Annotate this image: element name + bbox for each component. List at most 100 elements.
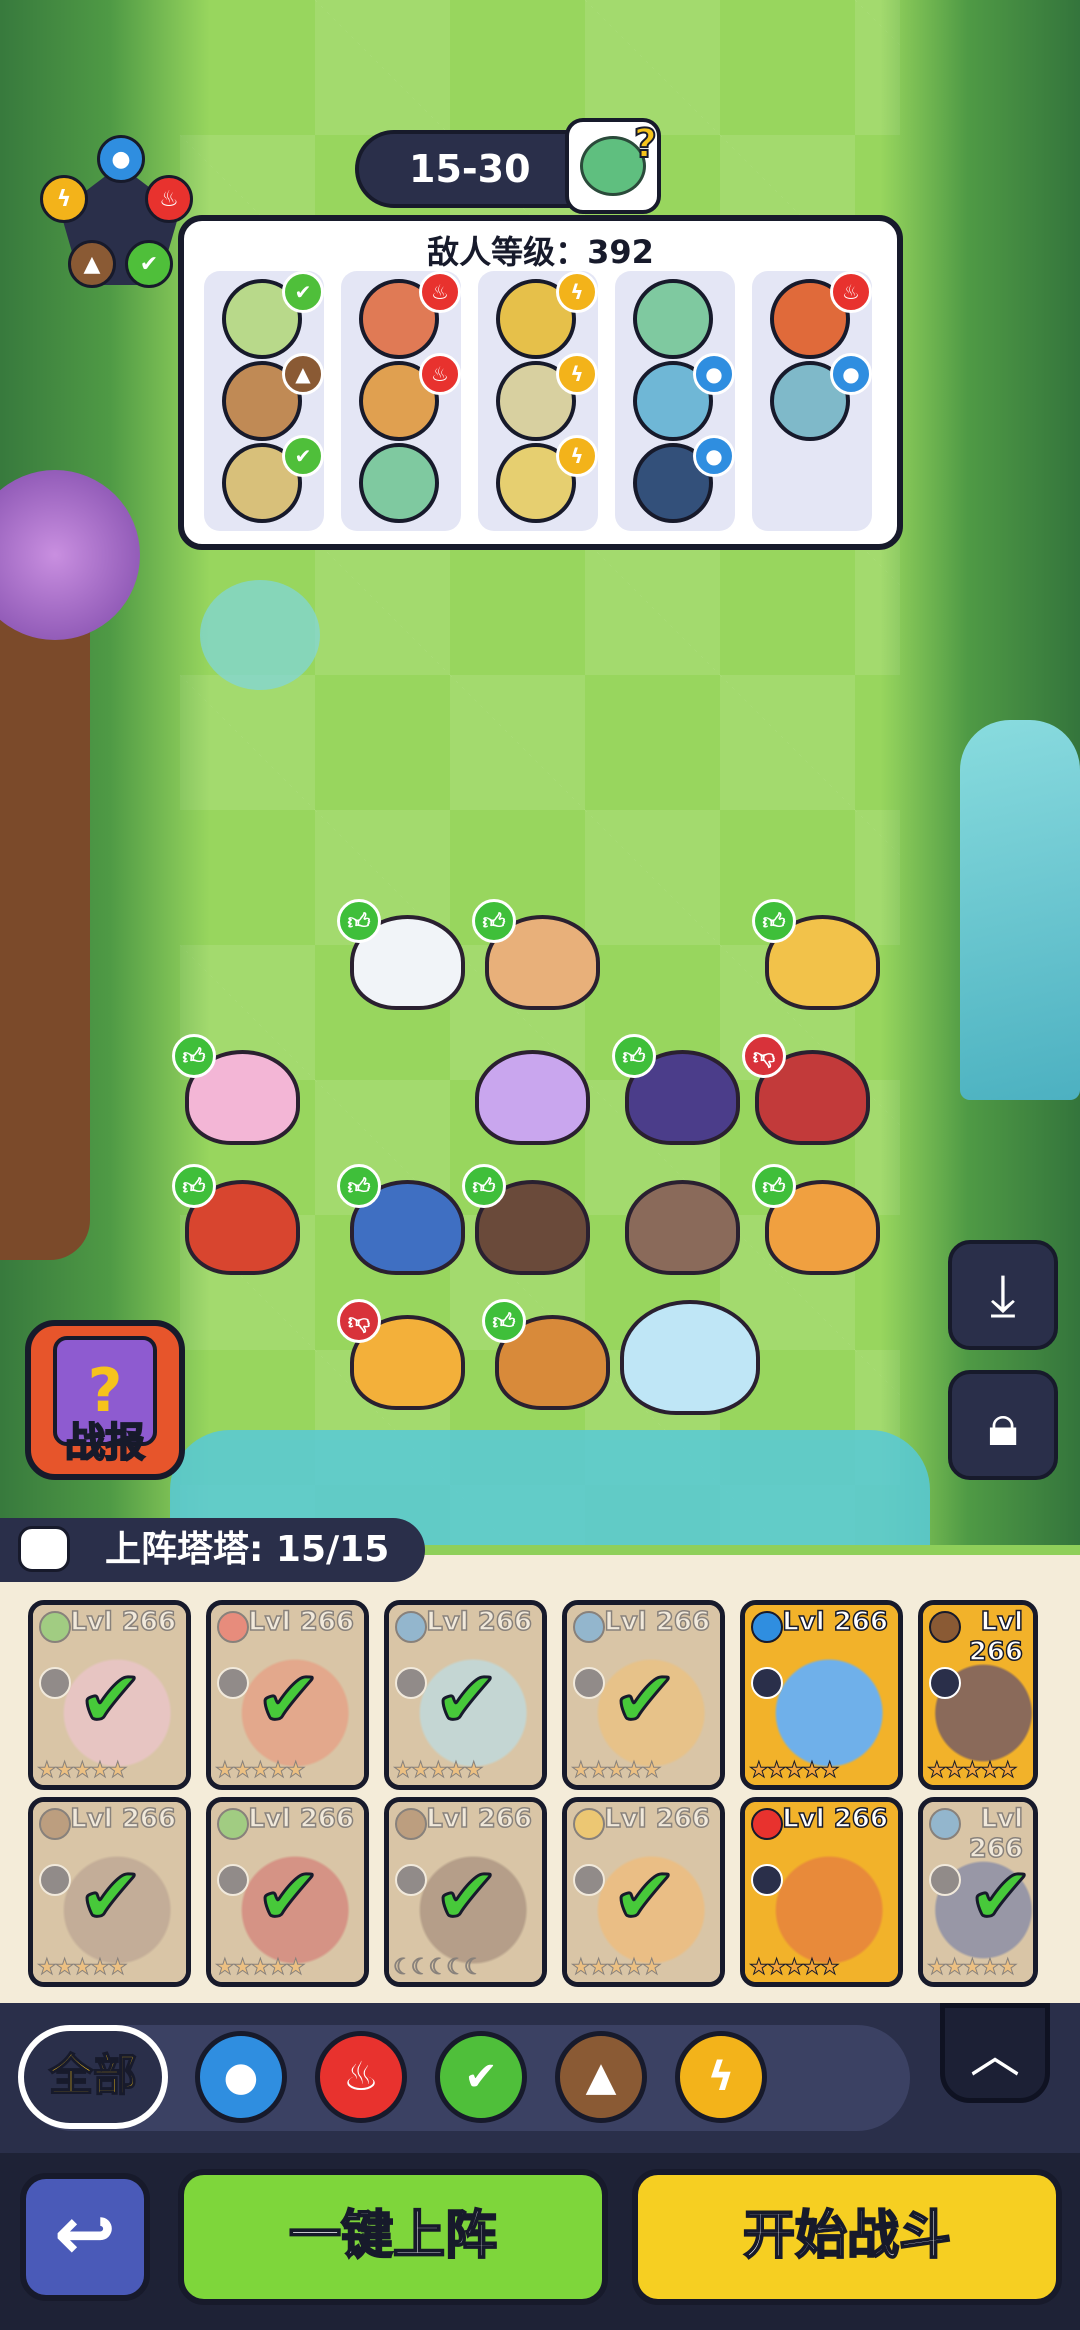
enemy-column: ♨ ● bbox=[752, 271, 872, 531]
enemy-panel: 敌人等级：392 ✔ ▲ ✔ ♨ ♨ ϟ ϟ ϟ ● ● ♨ ● bbox=[178, 215, 903, 550]
filter-all-button[interactable]: 全部 bbox=[18, 2025, 168, 2129]
checkmark-icon: ✔ bbox=[254, 1851, 322, 1944]
flame-icon: ♨ bbox=[830, 271, 872, 313]
tower-card[interactable]: Lvl 266★★★★★✔ bbox=[28, 1797, 191, 1987]
tower-yak[interactable]: 👍︎ bbox=[752, 1164, 880, 1280]
water-drop-icon: ● bbox=[830, 353, 872, 395]
slime-bubble bbox=[200, 580, 320, 690]
tower-card[interactable]: Lvl 266★★★★★✔ bbox=[28, 1600, 191, 1790]
checkmark-icon: ✔ bbox=[254, 1654, 322, 1747]
thumbs-up-icon: 👍︎ bbox=[172, 1164, 216, 1208]
thumbs-up-icon: 👍︎ bbox=[752, 899, 796, 943]
tower-card[interactable]: Lvl 266 ★★★★★ bbox=[918, 1600, 1038, 1790]
checkmark-icon: ✔ bbox=[966, 1851, 1034, 1944]
thumbs-up-icon: 👍︎ bbox=[337, 1164, 381, 1208]
tower-lion[interactable]: 👍︎ bbox=[752, 899, 880, 1015]
tower-snail-bear[interactable]: 👍︎ bbox=[482, 1299, 610, 1415]
tower-ice-yeti[interactable] bbox=[615, 1290, 760, 1420]
tower-flytrap[interactable]: 👎︎ bbox=[742, 1034, 870, 1150]
back-button[interactable]: ↩ bbox=[20, 2173, 150, 2301]
filter-lightning-button[interactable]: ϟ bbox=[675, 2031, 767, 2123]
tower-hamster[interactable]: 👍︎ bbox=[472, 899, 600, 1015]
tower-sunflower[interactable]: 👎︎ bbox=[337, 1299, 465, 1415]
thumbs-up-icon: 👍︎ bbox=[612, 1034, 656, 1078]
download-button[interactable]: ⤓ bbox=[948, 1240, 1058, 1350]
thumbs-up-icon: 👍︎ bbox=[462, 1164, 506, 1208]
checkmark-icon: ✔ bbox=[432, 1851, 500, 1944]
tower-card[interactable]: Lvl 266☾☾☾☾☾✔ bbox=[384, 1797, 547, 1987]
tower-card[interactable]: Lvl 266 ★★★★★ bbox=[740, 1600, 903, 1790]
lightning-icon: ϟ bbox=[707, 2054, 735, 2100]
auto-deploy-button[interactable]: 一键上阵 bbox=[178, 2169, 608, 2305]
enemy-column: ♨ ♨ bbox=[341, 271, 461, 531]
flame-icon: ♨ bbox=[419, 353, 461, 395]
filter-water-button[interactable]: ● bbox=[195, 2031, 287, 2123]
battle-report-label: 战报 bbox=[64, 1419, 146, 1467]
tower-orchid-fairy[interactable]: 👍︎ bbox=[172, 1034, 300, 1150]
tower-raccoon[interactable]: 👍︎ bbox=[462, 1164, 590, 1280]
mountain-icon: ▲ bbox=[68, 240, 116, 288]
deployed-count: 上阵塔塔: 15/15 bbox=[105, 1529, 390, 1570]
tower-panda[interactable]: 👍︎ bbox=[337, 899, 465, 1015]
enemy-portrait[interactable] bbox=[633, 279, 713, 359]
leaf-icon: ✔ bbox=[282, 271, 324, 313]
tower-purple-cat[interactable] bbox=[470, 1040, 590, 1150]
question-icon: ? bbox=[633, 120, 658, 168]
checkmark-icon: ✔ bbox=[432, 1654, 500, 1747]
tower-card[interactable]: Lvl 266★★★★★✔ bbox=[206, 1797, 369, 1987]
enemy-info-button[interactable]: ? bbox=[565, 118, 661, 214]
chevron-up-icon: ︿ bbox=[970, 2026, 1020, 2084]
waterfall bbox=[960, 720, 1080, 1100]
lock-icon: 🔒︎ bbox=[987, 1390, 1019, 1459]
tower-sprite bbox=[620, 1300, 760, 1415]
tower-card[interactable]: Lvl 266★★★★★✔ bbox=[562, 1797, 725, 1987]
checkmark-icon: ✔ bbox=[76, 1654, 144, 1747]
flame-icon: ♨ bbox=[419, 271, 461, 313]
tower-card[interactable]: Lvl 266★★★★★✔ bbox=[384, 1600, 547, 1790]
tower-card[interactable]: Lvl 266★★★★★✔ bbox=[562, 1600, 725, 1790]
thumbs-up-icon: 👍︎ bbox=[752, 1164, 796, 1208]
start-battle-button[interactable]: 开始战斗 bbox=[632, 2169, 1062, 2305]
water-drop-icon: ● bbox=[693, 435, 735, 477]
enemy-column: ✔ ▲ ✔ bbox=[204, 271, 324, 531]
lightning-icon: ϟ bbox=[556, 435, 598, 477]
roster-header: 上阵塔塔: 15/15 bbox=[0, 1518, 425, 1582]
tower-card[interactable]: Lvl 266★★★★★✔ bbox=[206, 1600, 369, 1790]
tower-toad[interactable]: 👍︎ bbox=[172, 1164, 300, 1280]
leaf-icon: ✔ bbox=[125, 240, 173, 288]
enemy-column: ● ● bbox=[615, 271, 735, 531]
tower-card[interactable]: Lvl 266 ★★★★★ bbox=[740, 1797, 903, 1987]
download-icon: ⤓ bbox=[990, 1260, 1016, 1329]
star-rating: ★★★★★ bbox=[927, 1758, 1019, 1784]
enemy-level: 敌人等级：392 bbox=[427, 233, 654, 271]
tower-dark-unicorn[interactable]: 👍︎ bbox=[612, 1034, 740, 1150]
enemy-column: ϟϟϟ bbox=[478, 271, 598, 531]
battle-report-button[interactable]: ? 战报 bbox=[25, 1320, 185, 1480]
filter-fire-button[interactable]: ♨ bbox=[315, 2031, 407, 2123]
mountain-icon: ▲ bbox=[282, 353, 324, 395]
tower-monkey[interactable] bbox=[620, 1170, 740, 1280]
tower-level: Lvl 266 bbox=[781, 1606, 888, 1638]
checkmark-icon: ✔ bbox=[76, 1851, 144, 1944]
tower-roster: Lvl 266★★★★★✔Lvl 266★★★★★✔Lvl 266★★★★★✔L… bbox=[0, 1555, 1080, 2003]
collapse-button[interactable]: ︿ bbox=[940, 2003, 1050, 2103]
filter-earth-button[interactable]: ▲ bbox=[555, 2031, 647, 2123]
thumbs-up-icon: 👍︎ bbox=[472, 899, 516, 943]
water-drop-icon: ● bbox=[693, 353, 735, 395]
tower-blue-penguin[interactable]: 👍︎ bbox=[337, 1164, 465, 1280]
tower-sprite bbox=[475, 1050, 590, 1145]
lock-button[interactable]: 🔒︎ bbox=[948, 1370, 1058, 1480]
tower-level: Lvl 266 bbox=[781, 1803, 888, 1835]
role-icon bbox=[929, 1667, 961, 1699]
element-filter-bar: 全部 ● ♨ ✔ ▲ ϟ ︿ bbox=[0, 2003, 1080, 2153]
filter-nature-button[interactable]: ✔ bbox=[435, 2031, 527, 2123]
checkmark-icon: ✔ bbox=[610, 1851, 678, 1944]
enemy-portrait[interactable] bbox=[359, 443, 439, 523]
tower-card[interactable]: Lvl 266★★★★★✔ bbox=[918, 1797, 1038, 1987]
checkmark-icon: ✔ bbox=[610, 1654, 678, 1747]
thumbs-down-icon: 👎︎ bbox=[337, 1299, 381, 1343]
cat-robot-icon bbox=[18, 1526, 70, 1572]
zombie-face-icon: ? bbox=[580, 120, 658, 196]
lightning-icon: ϟ bbox=[556, 353, 598, 395]
thumbs-up-icon: 👍︎ bbox=[172, 1034, 216, 1078]
